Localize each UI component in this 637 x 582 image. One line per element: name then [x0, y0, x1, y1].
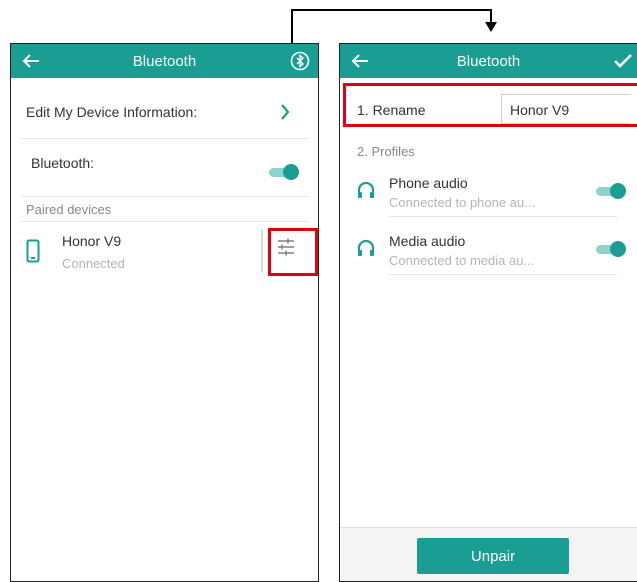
arrow-head: [485, 22, 497, 32]
checkmark-icon: [614, 54, 632, 68]
back-button[interactable]: [348, 49, 372, 73]
bluetooth-icon: [290, 51, 310, 71]
bluetooth-scan-button[interactable]: [288, 49, 312, 73]
bluetooth-label: Bluetooth:: [31, 155, 95, 171]
divider: [21, 221, 308, 222]
profile-status: Connected to phone au...: [389, 195, 536, 210]
edit-device-info-row[interactable]: Edit My Device Information:: [11, 91, 318, 131]
back-button[interactable]: [19, 49, 43, 73]
phone-icon: [26, 239, 40, 263]
paired-devices-header: Paired devices: [26, 202, 112, 217]
highlight-rename-row: [343, 83, 637, 127]
phone-audio-toggle[interactable]: [596, 183, 626, 199]
page-title: Bluetooth: [456, 52, 521, 70]
chevron-right-icon: [281, 104, 290, 120]
profile-name: Phone audio: [389, 175, 468, 191]
media-audio-toggle[interactable]: [596, 241, 626, 257]
profile-status: Connected to media au...: [389, 253, 535, 268]
bluetooth-toggle-row: Bluetooth:: [11, 142, 318, 190]
back-arrow-icon: [22, 54, 39, 68]
divider: [389, 216, 617, 217]
back-arrow-icon: [351, 54, 368, 68]
separator: [261, 230, 263, 272]
bluetooth-settings-screen: Bluetooth Edit My Device Information: Bl…: [10, 43, 319, 582]
headphones-icon: [357, 239, 375, 256]
divider: [21, 196, 308, 197]
confirm-button[interactable]: [611, 49, 635, 73]
profiles-header: 2. Profiles: [357, 144, 415, 159]
profile-item-phone-audio: Phone audio Connected to phone au...: [340, 168, 637, 214]
highlight-settings-button: [268, 228, 318, 276]
divider: [21, 138, 308, 139]
page-title: Bluetooth: [132, 52, 197, 70]
title-bar: Bluetooth: [340, 44, 637, 78]
title-bar: Bluetooth: [11, 44, 318, 78]
bluetooth-toggle[interactable]: [269, 164, 299, 180]
bottom-action-bar: Unpair: [340, 527, 637, 581]
unpair-button[interactable]: Unpair: [417, 538, 569, 574]
profile-name: Media audio: [389, 233, 466, 249]
device-status: Connected: [62, 256, 125, 271]
edit-device-info-label: Edit My Device Information:: [26, 104, 198, 120]
headphones-icon: [357, 181, 375, 198]
divider: [389, 274, 617, 275]
device-name: Honor V9: [62, 233, 122, 249]
profile-item-media-audio: Media audio Connected to media au...: [340, 226, 637, 272]
